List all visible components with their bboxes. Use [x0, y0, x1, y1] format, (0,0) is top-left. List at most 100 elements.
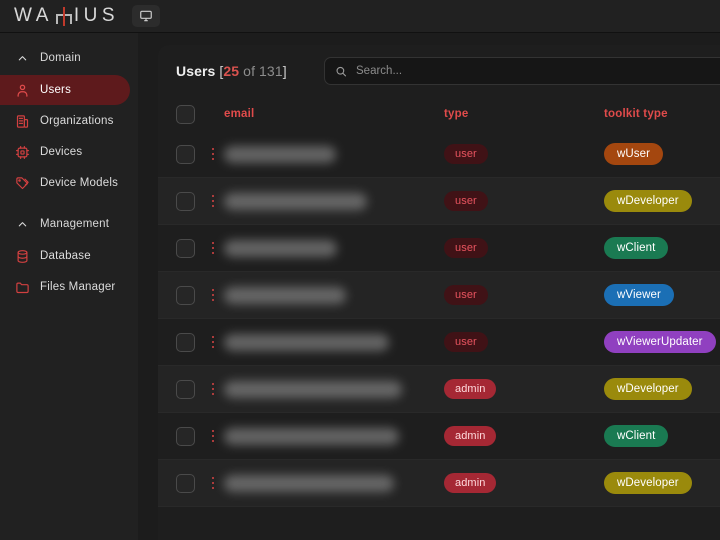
row-checkbox[interactable] — [176, 426, 195, 446]
row-menu-cell — [206, 429, 224, 443]
table-row[interactable]: admin wClient — [158, 413, 720, 460]
main-content: Users [25 of 131] emai — [138, 33, 720, 540]
redacted-email — [224, 333, 389, 351]
toolkit-type-badge: wDeveloper — [604, 378, 692, 400]
type-badge: admin — [444, 473, 497, 493]
row-checkbox[interactable] — [176, 144, 195, 164]
more-vertical-icon[interactable] — [206, 194, 220, 208]
cell-toolkit-type: wViewer — [604, 284, 720, 306]
row-select-cell — [176, 144, 206, 164]
row-menu-cell — [206, 147, 224, 161]
row-menu-cell — [206, 194, 224, 208]
more-vertical-icon[interactable] — [206, 147, 220, 161]
column-header-toolkit-type[interactable]: toolkit type — [604, 108, 720, 120]
table-row[interactable]: user wViewerUpdater — [158, 319, 720, 366]
table-row[interactable]: user wUser — [158, 131, 720, 178]
building-icon — [14, 113, 30, 129]
sidebar-section-label: Domain — [40, 52, 81, 64]
redacted-email — [224, 192, 367, 210]
app-logo[interactable]: WA IUS — [14, 5, 119, 27]
select-all-checkbox[interactable] — [176, 104, 195, 124]
sidebar-item-database[interactable]: Database — [0, 241, 130, 271]
redacted-email — [224, 427, 399, 445]
row-checkbox[interactable] — [176, 285, 195, 305]
cell-email — [224, 286, 444, 304]
row-checkbox[interactable] — [176, 332, 195, 352]
table-row[interactable]: user wClient — [158, 225, 720, 272]
toolkit-type-badge: wViewerUpdater — [604, 331, 716, 353]
type-badge: user — [444, 144, 488, 164]
count-bracket-close: ] — [282, 63, 287, 79]
sidebar-section-domain[interactable]: Domain — [0, 43, 138, 73]
type-badge: user — [444, 285, 488, 305]
more-vertical-icon[interactable] — [206, 429, 220, 443]
row-checkbox[interactable] — [176, 238, 195, 258]
cell-email — [224, 239, 444, 257]
chevron-up-icon — [14, 219, 30, 230]
cell-toolkit-type: wUser — [604, 143, 720, 165]
table-body: user wUser user wDeveloper user wClient user wV… — [158, 131, 720, 507]
cell-toolkit-type: wDeveloper — [604, 190, 720, 212]
cell-email — [224, 145, 444, 163]
row-select-cell — [176, 238, 206, 258]
type-badge: user — [444, 238, 488, 258]
row-checkbox[interactable] — [176, 191, 195, 211]
cell-type: user — [444, 191, 604, 211]
user-icon — [14, 82, 30, 98]
chevron-up-icon — [14, 53, 30, 64]
body: Domain Users Organizations Devices Devic… — [0, 33, 720, 540]
search-input[interactable] — [356, 65, 720, 77]
sidebar-item-users[interactable]: Users — [0, 75, 130, 105]
row-select-cell — [176, 473, 206, 493]
toolkit-type-badge: wUser — [604, 143, 664, 165]
table-row[interactable]: user wDeveloper — [158, 178, 720, 225]
count-total: 131 — [259, 63, 283, 79]
cell-type: user — [444, 238, 604, 258]
sidebar-item-label: Device Models — [40, 177, 119, 189]
table-row[interactable]: admin wDeveloper — [158, 366, 720, 413]
row-menu-cell — [206, 335, 224, 349]
table-header-row: email type toolkit type — [158, 97, 720, 131]
folder-icon — [14, 279, 30, 295]
type-badge: user — [444, 332, 488, 352]
more-vertical-icon[interactable] — [206, 241, 220, 255]
search-icon — [336, 66, 346, 76]
row-select-cell — [176, 426, 206, 446]
row-select-cell — [176, 285, 206, 305]
cell-email — [224, 474, 444, 492]
topbar: WA IUS — [0, 0, 720, 33]
monitor-icon-button[interactable] — [132, 5, 161, 27]
redacted-email — [224, 286, 346, 304]
cell-type: user — [444, 332, 604, 352]
more-vertical-icon[interactable] — [206, 382, 220, 396]
row-checkbox[interactable] — [176, 473, 195, 493]
toolkit-type-badge: wViewer — [604, 284, 674, 306]
cell-toolkit-type: wDeveloper — [604, 472, 720, 494]
sidebar-item-device-models[interactable]: Device Models — [0, 168, 130, 198]
cell-toolkit-type: wViewerUpdater — [604, 331, 720, 353]
more-vertical-icon[interactable] — [206, 288, 220, 302]
redacted-email — [224, 474, 394, 492]
type-badge: admin — [444, 426, 497, 446]
sidebar-item-devices[interactable]: Devices — [0, 137, 130, 167]
search-box[interactable] — [323, 57, 720, 85]
logo-text-left: WA — [14, 5, 53, 26]
more-vertical-icon[interactable] — [206, 335, 220, 349]
sidebar: Domain Users Organizations Devices Devic… — [0, 33, 138, 540]
column-header-email[interactable]: email — [224, 108, 444, 120]
row-select-cell — [176, 191, 206, 211]
sidebar-item-files-manager[interactable]: Files Manager — [0, 272, 130, 302]
table-row[interactable]: admin wDeveloper — [158, 460, 720, 507]
sidebar-section-management[interactable]: Management — [0, 209, 138, 239]
database-icon — [14, 248, 30, 264]
row-checkbox[interactable] — [176, 379, 195, 399]
sidebar-item-organizations[interactable]: Organizations — [0, 106, 130, 136]
cell-email — [224, 192, 444, 210]
cell-type: user — [444, 285, 604, 305]
more-vertical-icon[interactable] — [206, 476, 220, 490]
column-header-type[interactable]: type — [444, 108, 604, 120]
cell-email — [224, 427, 444, 445]
table-row[interactable]: user wViewer — [158, 272, 720, 319]
cell-type: admin — [444, 473, 604, 493]
sidebar-item-label: Organizations — [40, 115, 114, 127]
